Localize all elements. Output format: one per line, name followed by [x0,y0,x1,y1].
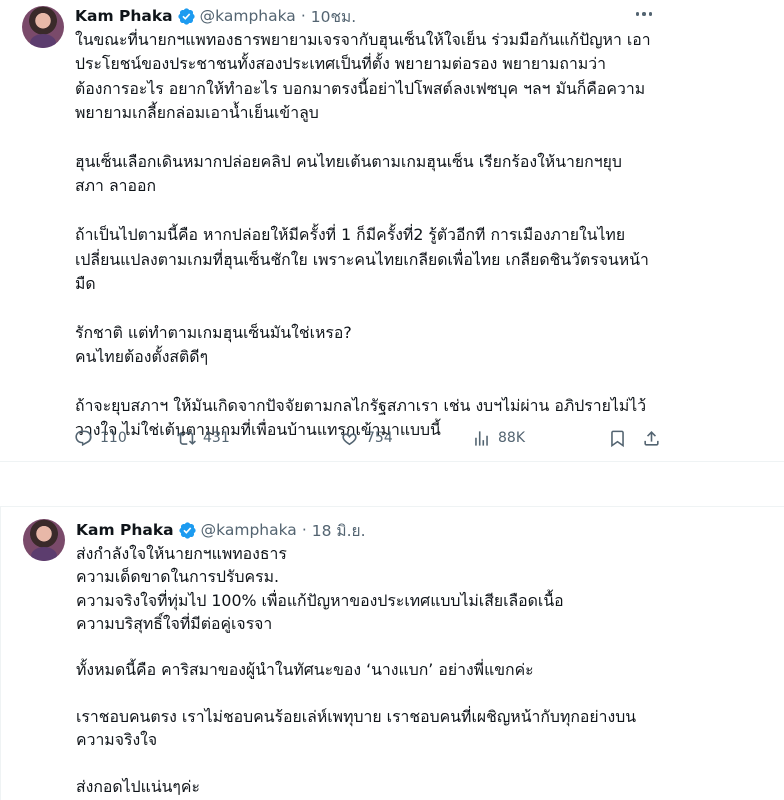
more-options-icon[interactable] [632,4,656,24]
separator-dot: · [300,7,306,25]
tweet[interactable]: Kam Phaka @kamphaka · 18 มิ.ย. ส่งกำลังใ… [0,506,784,800]
tweet-paragraph: เราชอบคนตรง เราไม่ชอบคนร้อยเล่ห์เพทุบาย … [76,707,637,750]
tweet-paragraph: รักชาติ แต่ทำตามเกมฮุนเซ็นมันใช่เหรอ? คน… [75,322,352,367]
bookmark-icon [611,430,624,447]
tweet-header: Kam Phaka @kamphaka · 10ชม. [75,5,356,27]
author-name[interactable]: Kam Phaka [75,7,173,25]
reply-count: 110 [100,430,127,446]
author-handle[interactable]: @kamphaka [201,521,297,539]
bookmark-button[interactable] [608,426,627,450]
share-icon [644,430,659,446]
tweet-text: ในขณะที่นายกฯแพทองธารพยายามเจรจากับฮุนเซ… [75,28,675,467]
like-button[interactable]: 754 [340,426,393,450]
timestamp[interactable]: 10ชม. [311,4,356,29]
views-icon [475,430,488,446]
tweet-paragraph: ส่งกำลังใจให้นายกฯแพทองธาร ความเด็ดขาดใน… [76,544,564,633]
like-icon [342,432,357,445]
tweet-paragraph: ทั้งหมดนี้คือ คาริสมาของผู้นำในทัศนะของ … [76,660,534,680]
verified-badge-icon [178,521,197,540]
tweet-gap [0,462,784,506]
avatar[interactable] [23,519,65,561]
repost-icon [177,431,196,445]
tweet[interactable]: Kam Phaka @kamphaka · 10ชม. ในขณะที่นายก… [0,0,784,462]
author-handle[interactable]: @kamphaka [200,7,296,25]
tweet-text: ส่งกำลังใจให้นายกฯแพทองธาร ความเด็ดขาดใน… [76,542,676,800]
reply-icon [75,430,92,446]
tweet-paragraph: ส่งกอดไปแน่นๆค่ะ [76,776,200,796]
timestamp[interactable]: 18 มิ.ย. [312,518,366,543]
repost-button[interactable]: 431 [177,426,230,450]
tweet-paragraph: ฮุนเซ็นเลือกเดินหมากปล่อยคลิป คนไทยเต้นต… [75,152,622,196]
verified-badge-icon [177,7,196,26]
author-name[interactable]: Kam Phaka [76,521,174,539]
avatar[interactable] [22,6,64,48]
tweet-paragraph: ถ้าเป็นไปตามนี้คือ หากปล่อยให้มีครั้งที่… [75,225,649,294]
views-button[interactable]: 88K [472,426,525,450]
tweet-header: Kam Phaka @kamphaka · 18 มิ.ย. [76,519,366,541]
separator-dot: · [301,521,307,539]
tweet-paragraph: ในขณะที่นายกฯแพทองธารพยายามเจรจากับฮุนเซ… [75,30,651,123]
like-count: 754 [366,430,393,446]
reply-button[interactable]: 110 [74,426,127,450]
action-bar: 110 431 754 88K [74,426,670,450]
share-button[interactable] [642,426,661,450]
repost-count: 431 [203,430,230,446]
views-count: 88K [498,430,525,446]
